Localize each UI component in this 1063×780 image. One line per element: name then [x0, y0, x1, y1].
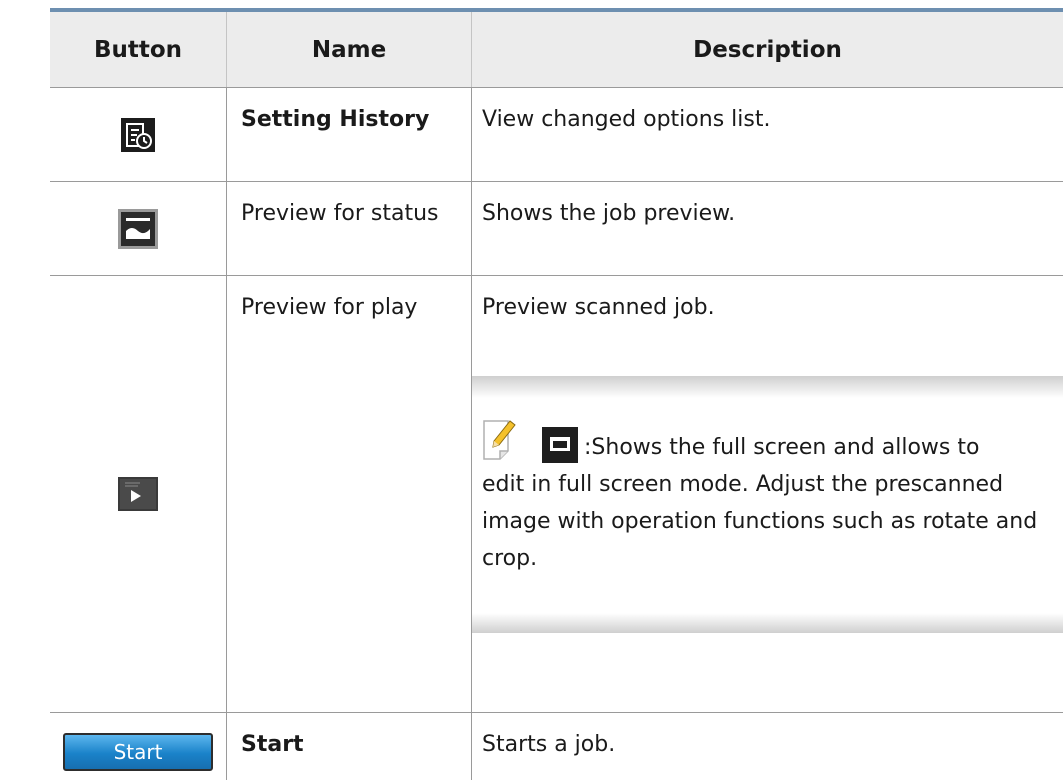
row-description: Preview scanned job.	[482, 295, 715, 320]
header-description: Description	[471, 12, 1063, 87]
row-name: Start	[226, 713, 471, 780]
row-name: Setting History	[226, 88, 471, 181]
table-row: Start Start Starts a job.	[50, 713, 1063, 780]
note-text: edit in full screen mode. Adjust the pre…	[482, 472, 1038, 571]
note-box: :Shows the full screen and allows to edi…	[472, 376, 1063, 633]
table-header: Button Name Description	[50, 12, 1063, 88]
row-description: Shows the job preview.	[471, 182, 1063, 275]
table-row: Preview for play Preview scanned job. :S…	[50, 276, 1063, 713]
preview-play-icon	[118, 477, 158, 511]
start-button[interactable]: Start	[63, 733, 213, 771]
setting-history-icon	[121, 117, 155, 152]
header-name: Name	[226, 12, 471, 87]
table-row: Preview for status Shows the job preview…	[50, 182, 1063, 276]
preview-status-icon	[118, 208, 158, 249]
note-line1: :Shows the full screen and allows to	[584, 435, 980, 460]
row-description: Starts a job.	[471, 713, 1063, 780]
fullscreen-icon	[542, 427, 578, 463]
row-name: Preview for status	[226, 182, 471, 275]
table-row: Setting History View changed options lis…	[50, 88, 1063, 182]
row-name: Preview for play	[226, 276, 471, 712]
header-button: Button	[93, 36, 183, 63]
row-description: View changed options list.	[471, 88, 1063, 181]
